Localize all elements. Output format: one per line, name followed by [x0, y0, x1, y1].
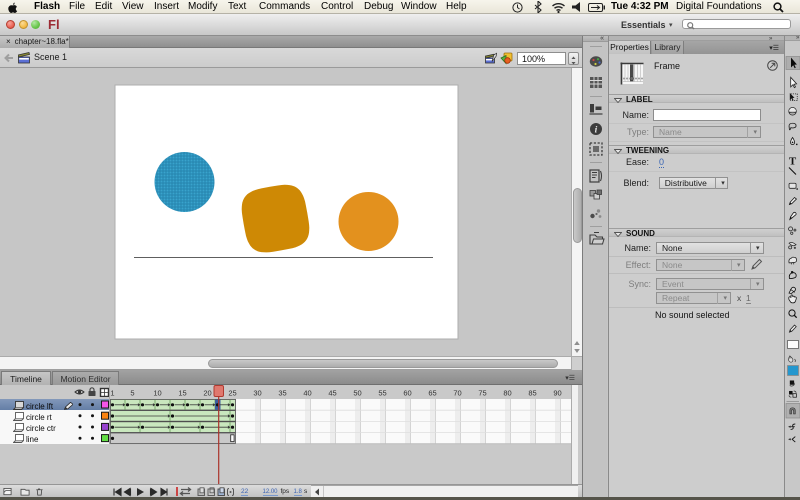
svg-text:10: 10	[153, 389, 161, 398]
svg-text:35: 35	[278, 389, 286, 398]
svg-text:i: i	[595, 126, 598, 136]
svg-text:55: 55	[378, 389, 386, 398]
svg-text:15: 15	[178, 389, 186, 398]
svg-text:5: 5	[130, 389, 134, 398]
svg-text:70: 70	[453, 389, 461, 398]
svg-text:T: T	[789, 156, 797, 168]
svg-text:45: 45	[328, 389, 336, 398]
svg-text:80: 80	[503, 389, 511, 398]
svg-text:20: 20	[203, 389, 211, 398]
svg-text:30: 30	[253, 389, 261, 398]
svg-text:60: 60	[403, 389, 411, 398]
svg-text:75: 75	[478, 389, 486, 398]
svg-text:90: 90	[553, 389, 561, 398]
svg-text:85: 85	[528, 389, 536, 398]
svg-text:40: 40	[303, 389, 311, 398]
svg-text:50: 50	[353, 389, 361, 398]
svg-text:25: 25	[228, 389, 236, 398]
svg-text:65: 65	[428, 389, 436, 398]
svg-text:1: 1	[110, 389, 114, 398]
